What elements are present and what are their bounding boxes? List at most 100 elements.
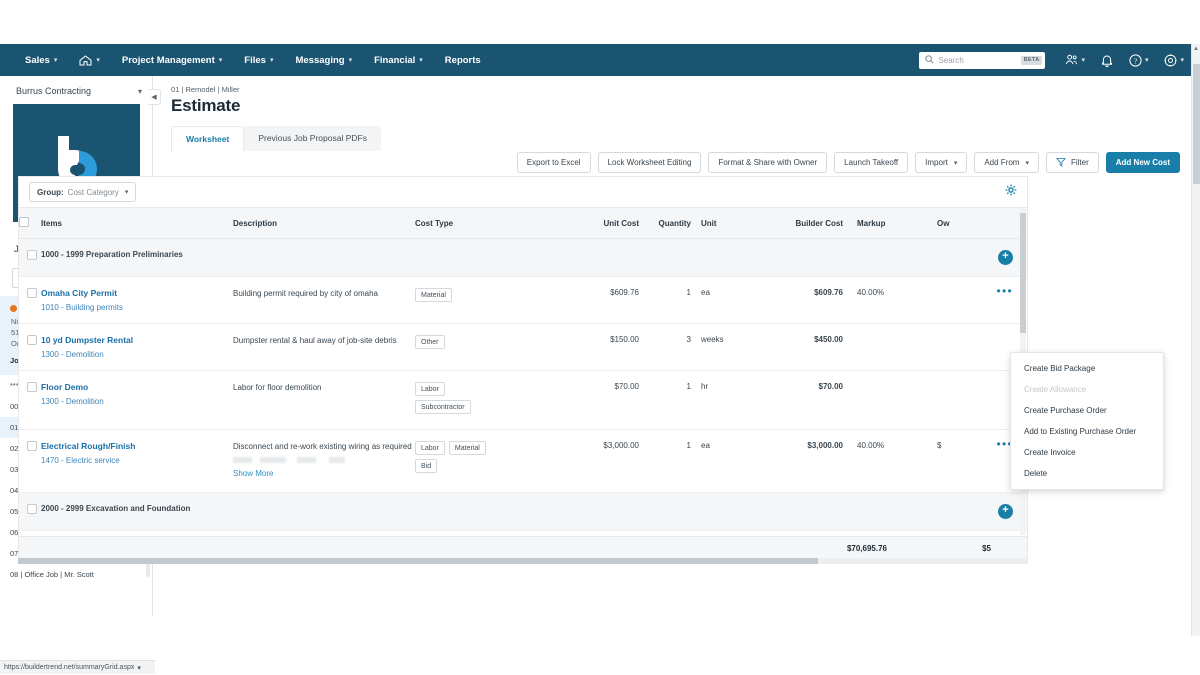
help-icon[interactable]: ? ▾ xyxy=(1121,44,1157,76)
row-quantity: 1 xyxy=(639,429,691,493)
table-row: Electrical Rough/Finish 1470 - Electric … xyxy=(19,429,1027,493)
item-code-link[interactable]: 1470 - Electric service xyxy=(41,456,233,465)
row-quantity: 1 xyxy=(639,370,691,430)
gear-icon[interactable]: ▾ xyxy=(1156,44,1192,76)
column-unit-cost[interactable]: Unit Cost xyxy=(567,207,639,239)
primary-nav-items: Sales ▾ ▾ Project Management ▾ Files ▾ M… xyxy=(0,44,492,76)
nav-item-messaging[interactable]: Messaging ▾ xyxy=(284,44,363,76)
row-checkbox[interactable] xyxy=(27,335,37,345)
select-all-checkbox[interactable] xyxy=(19,217,29,227)
column-cost-type[interactable]: Cost Type xyxy=(415,207,567,239)
row-item-cell: Floor Demo 1300 - Demolition xyxy=(41,370,233,430)
breadcrumb: 01 | Remodel | Miller xyxy=(171,85,240,94)
menu-item-delete[interactable]: Delete xyxy=(1011,463,1163,484)
nav-item-files[interactable]: Files ▾ xyxy=(233,44,284,76)
cost-type-chip: Material xyxy=(448,441,486,455)
row-owner-price xyxy=(925,370,985,430)
row-checkbox[interactable] xyxy=(27,441,37,451)
item-code-link[interactable]: 1300 - Demolition xyxy=(41,350,233,359)
row-checkbox[interactable] xyxy=(27,288,37,298)
page-vertical-scrollbar[interactable]: ▲ xyxy=(1191,44,1200,636)
launch-takeoff-button[interactable]: Launch Takeoff xyxy=(834,152,909,173)
cost-type-chip: Other xyxy=(415,335,445,349)
column-description[interactable]: Description xyxy=(233,207,415,239)
group-checkbox[interactable] xyxy=(27,503,37,514)
status-url: https://buildertrend.net/summaryGrid.asp… xyxy=(4,664,135,671)
menu-item-create-purchase-order[interactable]: Create Purchase Order xyxy=(1011,400,1163,421)
sidebar-collapse-toggle[interactable]: ◀ xyxy=(148,89,161,105)
row-description: Building permit required by city of omah… xyxy=(233,276,415,324)
group-header-row: 2000 - 2999 Excavation and Foundation + xyxy=(19,492,1027,531)
item-name-link[interactable]: Omaha City Permit xyxy=(41,288,233,298)
import-button[interactable]: Import ▾ xyxy=(915,152,968,173)
chevron-down-icon: ▾ xyxy=(1144,57,1149,64)
chevron-down-icon: ▾ xyxy=(419,57,423,64)
plus-icon[interactable]: + xyxy=(998,503,1013,519)
lock-worksheet-editing-button[interactable]: Lock Worksheet Editing xyxy=(597,152,702,173)
column-builder-cost[interactable]: Builder Cost xyxy=(753,207,843,239)
chevron-down-icon: ▾ xyxy=(96,57,100,64)
home-icon xyxy=(79,54,92,66)
row-actions-menu-icon[interactable]: ••• xyxy=(996,284,1013,298)
column-unit[interactable]: Unit xyxy=(691,207,753,239)
tab-previous-job-proposal-pdfs[interactable]: Previous Job Proposal PDFs xyxy=(244,126,381,151)
filter-label: Filter xyxy=(1070,158,1089,167)
tab-worksheet[interactable]: Worksheet xyxy=(171,126,245,151)
search-placeholder-text: Search xyxy=(938,55,964,65)
bell-icon[interactable] xyxy=(1093,44,1121,76)
row-builder-cost: $3,000.00 xyxy=(753,429,843,493)
item-name-link[interactable]: 10 yd Dumpster Rental xyxy=(41,335,233,345)
estimate-grid: Group: Cost Category ▾ Items Description… xyxy=(18,176,1028,536)
people-icon[interactable]: ▾ xyxy=(1057,44,1093,76)
item-code-link[interactable]: 1300 - Demolition xyxy=(41,397,233,406)
grid-settings-gear-icon[interactable] xyxy=(1005,183,1017,201)
column-owner-price[interactable]: Ow xyxy=(925,207,985,239)
status-dot xyxy=(10,305,17,312)
nav-item-financial[interactable]: Financial ▾ xyxy=(363,44,434,76)
menu-item-create-bid-package[interactable]: Create Bid Package xyxy=(1011,358,1163,379)
filter-button[interactable]: Filter xyxy=(1045,152,1099,173)
row-cost-types: Other xyxy=(415,323,567,371)
row-owner-price: $ xyxy=(925,429,985,493)
group-checkbox[interactable] xyxy=(27,250,37,260)
menu-item-add-to-existing-purchase-order[interactable]: Add to Existing Purchase Order xyxy=(1011,421,1163,442)
menu-item-create-invoice[interactable]: Create Invoice xyxy=(1011,442,1163,463)
list-item[interactable]: 08 | Office Job | Mr. Scott xyxy=(0,564,152,585)
chevron-down-icon: ▾ xyxy=(269,57,274,64)
column-markup[interactable]: Markup xyxy=(843,207,925,239)
nav-item-home[interactable]: ▾ xyxy=(68,44,111,76)
search-input[interactable]: Search BETA xyxy=(919,51,1046,69)
plus-icon[interactable]: + xyxy=(998,250,1013,265)
export-to-excel-button[interactable]: Export to Excel xyxy=(516,152,591,173)
item-code-link[interactable]: 1010 - Building permits xyxy=(41,303,233,312)
column-quantity[interactable]: Quantity xyxy=(639,207,691,239)
nav-item-sales[interactable]: Sales ▾ xyxy=(14,44,68,76)
item-name-link[interactable]: Electrical Rough/Finish xyxy=(41,441,233,451)
row-description: Labor for floor demolition xyxy=(233,370,415,430)
nav-item-label: Financial xyxy=(374,54,416,66)
add-from-button[interactable]: Add From ▾ xyxy=(974,152,1039,173)
item-name-link[interactable]: Floor Demo xyxy=(41,382,233,392)
row-markup xyxy=(843,323,925,371)
row-checkbox[interactable] xyxy=(27,382,37,392)
row-owner-price xyxy=(925,276,985,324)
group-title: 1000 - 1999 Preparation Preliminaries xyxy=(41,238,985,277)
scroll-up-arrow-icon[interactable]: ▲ xyxy=(1192,44,1200,54)
nav-item-reports[interactable]: Reports xyxy=(434,44,492,76)
cost-type-chip: Bid xyxy=(415,459,438,473)
column-items[interactable]: Items xyxy=(41,207,233,239)
row-unit: hr xyxy=(691,370,753,430)
add-new-cost-button[interactable]: Add New Cost xyxy=(1105,152,1180,173)
page-title: Estimate xyxy=(171,96,241,115)
grid-horizontal-scrollbar[interactable] xyxy=(18,558,1028,564)
group-by-dropdown[interactable]: Group: Cost Category ▾ xyxy=(29,182,137,202)
cost-type-chip: Subcontractor xyxy=(415,400,471,414)
menu-item-create-allowance: Create Allowance xyxy=(1024,385,1087,394)
import-label: Import xyxy=(925,158,948,167)
grid-toolbar: Group: Cost Category ▾ xyxy=(19,177,1027,207)
format-share-with-owner-button[interactable]: Format & Share with Owner xyxy=(708,152,828,173)
nav-item-project-management[interactable]: Project Management ▾ xyxy=(111,44,233,76)
show-more-link[interactable]: Show More xyxy=(233,468,415,480)
company-name: Burrus Contracting xyxy=(16,86,92,96)
company-selector[interactable]: Burrus Contracting ▾ xyxy=(0,76,152,104)
